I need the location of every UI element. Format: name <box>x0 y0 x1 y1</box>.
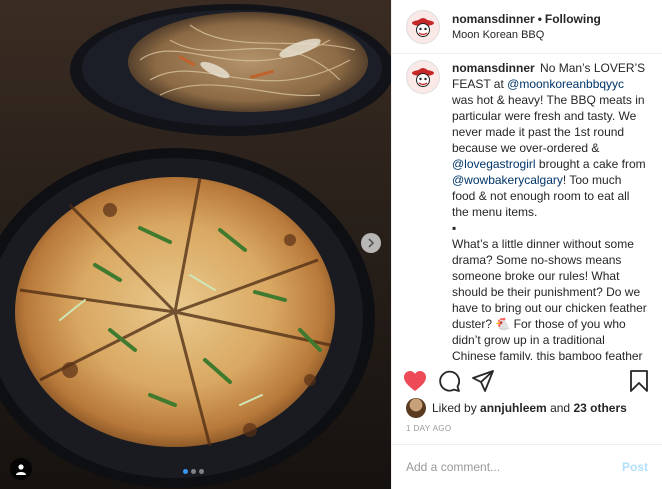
mention-link[interactable]: @lovegastrogirl <box>452 157 536 171</box>
location-link[interactable]: Moon Korean BBQ <box>452 27 601 43</box>
post-comment-button[interactable]: Post <box>622 460 648 474</box>
tagged-users-button[interactable] <box>10 458 32 480</box>
carousel-next-button[interactable] <box>361 233 381 253</box>
save-button[interactable] <box>626 368 652 394</box>
caption-area: nomansdinner No Man’s LOVER’S FEAST at @… <box>392 54 662 360</box>
avatar[interactable] <box>406 398 426 418</box>
carousel-indicator <box>183 469 204 474</box>
avatar[interactable] <box>406 9 440 44</box>
user-tag-icon <box>16 464 26 475</box>
caption-text: nomansdinner No Man’s LOVER’S FEAST at @… <box>452 60 648 360</box>
profile-logo-icon <box>412 68 434 87</box>
header-username[interactable]: nomansdinner <box>452 12 535 26</box>
post-photo[interactable] <box>0 0 391 489</box>
follow-status-button[interactable]: Following <box>545 12 601 26</box>
caption-username[interactable]: nomansdinner <box>452 61 535 75</box>
comment-button[interactable] <box>436 368 462 394</box>
share-button[interactable] <box>470 368 496 394</box>
mention-link[interactable]: @wowbakerycalgary <box>452 173 563 187</box>
avatar[interactable] <box>406 60 440 94</box>
caption-paragraph: What’s a little dinner without some dram… <box>452 237 647 360</box>
bookmark-icon <box>630 370 648 392</box>
profile-logo-icon <box>412 17 434 37</box>
header-separator: • <box>537 11 542 26</box>
chevron-right-icon <box>368 238 375 248</box>
mention-link[interactable]: @moonkoreanbbqyyc <box>507 77 624 91</box>
liker-username[interactable]: annjuhleem <box>480 401 547 415</box>
like-button[interactable] <box>402 368 428 394</box>
share-icon <box>472 370 494 392</box>
carousel-dot <box>199 469 204 474</box>
likes-count-link[interactable]: 23 others <box>573 401 626 415</box>
post-timestamp[interactable]: 1 DAY AGO <box>406 424 452 433</box>
caption-bullet: ▪ <box>452 221 457 235</box>
caption-part: brought a cake from <box>535 157 649 171</box>
post-actions <box>392 364 662 398</box>
comment-input[interactable] <box>406 460 622 474</box>
likes-prefix: Liked by <box>432 401 477 415</box>
food-photo-image <box>0 0 391 489</box>
heart-icon <box>404 371 426 391</box>
post-header: nomansdinner • Following Moon Korean BBQ <box>392 0 662 54</box>
comment-form: Post <box>392 444 662 489</box>
comment-icon <box>439 370 460 392</box>
carousel-dot <box>183 469 188 474</box>
carousel-dot <box>191 469 196 474</box>
post-details-panel: nomansdinner • Following Moon Korean BBQ n… <box>391 0 662 489</box>
likes-summary: Liked by annjuhleem and 23 others <box>406 398 627 418</box>
likes-conjunction: and <box>550 401 571 415</box>
